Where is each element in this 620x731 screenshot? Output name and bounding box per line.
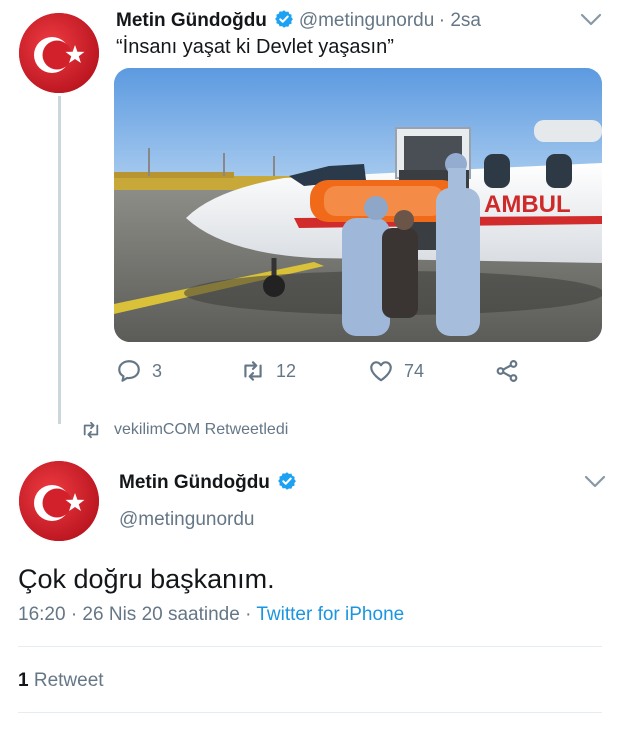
retweet-stat-label: Retweet: [28, 670, 104, 691]
author-name[interactable]: Metin Gündoğdu: [116, 10, 267, 31]
author-handle[interactable]: @metingunordu: [299, 10, 434, 31]
retweet-context[interactable]: vekilimCOM Retweetledi: [80, 421, 288, 439]
like-icon: [370, 361, 392, 382]
tweet-source-link[interactable]: Twitter for iPhone: [256, 604, 404, 625]
share-icon: [496, 360, 518, 382]
avatar-main[interactable]: [19, 461, 99, 541]
tweet-media-image[interactable]: AMBUL: [114, 68, 602, 342]
tweet-action-bar: 3 12 74: [116, 358, 536, 388]
like-button[interactable]: 74: [368, 358, 424, 384]
reply-button[interactable]: 3: [116, 358, 162, 384]
top-tweet-header: Metin Gündoğdu @metingunordu · 2sa: [116, 9, 481, 32]
divider: [18, 646, 602, 647]
retweet-context-label: vekilimCOM Retweetledi: [114, 421, 289, 438]
main-tweet-text: Çok doğru başkanım.: [18, 564, 275, 594]
media-ambulance-text: AMBUL: [484, 191, 571, 218]
ambulance-plane-photo: AMBUL: [114, 68, 602, 342]
author-handle[interactable]: @metingunordu: [119, 509, 254, 531]
retweet-button[interactable]: 12: [240, 358, 296, 384]
avatar-top[interactable]: [19, 13, 99, 93]
chevron-down-icon[interactable]: [584, 475, 606, 489]
divider: [18, 712, 602, 713]
share-button[interactable]: [494, 358, 530, 384]
like-count: 74: [404, 360, 425, 381]
top-tweet-text: “İnsanı yaşat ki Devlet yaşasın”: [116, 36, 394, 58]
turkish-flag-avatar-icon: [19, 13, 99, 93]
time-ago[interactable]: · 2sa: [439, 10, 481, 31]
tweet-metadata: 16:20 · 26 Nis 20 saatinde · Twitter for…: [18, 604, 404, 626]
reply-icon: [118, 360, 140, 382]
main-tweet-author: Metin Gündoğdu: [119, 471, 297, 494]
thread-line: [58, 96, 61, 424]
author-name[interactable]: Metin Gündoğdu: [119, 472, 270, 493]
retweet-icon: [244, 361, 262, 381]
chevron-down-icon[interactable]: [580, 13, 602, 27]
retweet-context-icon: [83, 421, 99, 439]
retweet-stat-number: 1: [18, 670, 29, 691]
verified-badge-icon: [275, 10, 294, 28]
retweet-stats[interactable]: 1 Retweet: [18, 670, 104, 692]
tweet-timestamp[interactable]: 16:20 · 26 Nis 20 saatinde ·: [18, 604, 256, 625]
turkish-flag-avatar-icon: [19, 461, 99, 541]
retweet-count: 12: [276, 360, 297, 381]
reply-count: 3: [152, 360, 163, 381]
verified-badge-icon: [278, 472, 297, 490]
